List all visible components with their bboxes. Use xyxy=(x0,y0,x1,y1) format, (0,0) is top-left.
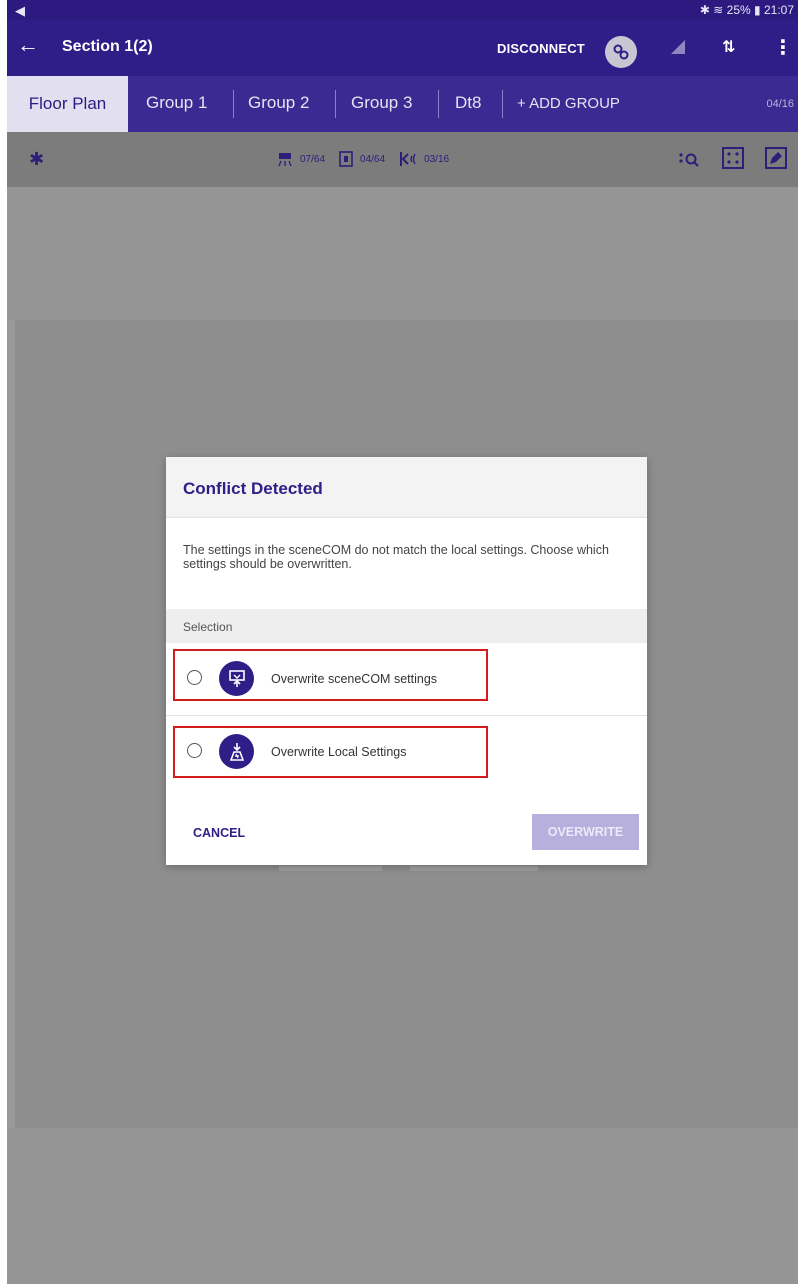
tab-bar: Floor Plan Group 1 Group 2 Group 3 Dt8 +… xyxy=(7,76,798,132)
floor-plan-canvas-bottom xyxy=(7,1128,798,1284)
page-title: Section 1(2) xyxy=(62,38,153,55)
luminaire-count: 07/64 xyxy=(300,153,326,165)
battery-level: 25% xyxy=(726,3,751,17)
tab-group-3[interactable]: Group 3 xyxy=(351,93,412,113)
tab-floor-plan[interactable]: Floor Plan xyxy=(7,76,128,132)
grid-icon[interactable] xyxy=(721,146,745,175)
status-back-icon: ◀ xyxy=(15,3,25,18)
clock: 21:07 xyxy=(763,3,794,17)
gear-icon[interactable]: ✱ xyxy=(29,150,44,168)
transfer-icon[interactable]: ⇅ xyxy=(722,37,735,57)
tab-divider xyxy=(438,90,439,118)
group-count: 04/16 xyxy=(766,98,794,110)
background-element xyxy=(410,866,538,871)
edit-icon[interactable] xyxy=(764,146,788,175)
dialog-header: Conflict Detected xyxy=(166,457,647,518)
tab-divider xyxy=(335,90,336,118)
background-element xyxy=(279,866,382,871)
floor-toolbar: ✱ 07/64 04/64 03/16 xyxy=(7,132,798,187)
conflict-dialog: Conflict Detected The settings in the sc… xyxy=(166,457,647,865)
option-overwrite-local[interactable]: Overwrite Local Settings xyxy=(166,716,647,788)
zoom-search-icon[interactable] xyxy=(677,146,701,175)
status-right: ✱ ≋ 25% ▮ 21:07 xyxy=(700,3,794,17)
status-bar: ◀ ✱ ≋ 25% ▮ 21:07 xyxy=(7,0,798,20)
tab-group-2[interactable]: Group 2 xyxy=(248,93,309,113)
more-vert-icon[interactable]: ⋮ xyxy=(773,35,793,60)
link-icon[interactable] xyxy=(605,36,637,68)
overwrite-button[interactable]: OVERWRITE xyxy=(532,814,639,850)
app-bar: ← Section 1(2) DISCONNECT ⇅ ⋮ xyxy=(7,20,798,76)
device-counts: 07/64 04/64 03/16 xyxy=(277,149,463,169)
floor-plan-canvas-top xyxy=(7,187,798,320)
battery-icon: ▮ xyxy=(754,3,761,17)
sensor-icon xyxy=(399,151,417,167)
tab-divider xyxy=(233,90,234,118)
selection-header: Selection xyxy=(166,609,647,643)
tab-dt8[interactable]: Dt8 xyxy=(455,93,481,113)
bluetooth-wifi-icons: ✱ ≋ xyxy=(699,3,724,17)
luminaire-icon xyxy=(277,151,293,167)
app-frame: ◀ ✱ ≋ 25% ▮ 21:07 ← Section 1(2) DISCONN… xyxy=(7,0,798,1284)
highlight-box xyxy=(173,726,488,778)
selection-label: Selection xyxy=(183,620,233,634)
highlight-box xyxy=(173,649,488,701)
option-overwrite-scenecom[interactable]: Overwrite sceneCOM settings xyxy=(166,643,647,716)
sensor-count: 03/16 xyxy=(424,153,450,165)
switch-icon xyxy=(339,151,353,167)
cancel-button[interactable]: CANCEL xyxy=(193,826,245,840)
tab-group-1[interactable]: Group 1 xyxy=(146,93,207,113)
dialog-message: The settings in the sceneCOM do not matc… xyxy=(183,543,609,571)
tab-divider xyxy=(502,90,503,118)
back-arrow-icon[interactable]: ← xyxy=(17,34,39,56)
dialog-title: Conflict Detected xyxy=(183,479,323,498)
signal-icon xyxy=(671,40,685,59)
switch-count: 04/64 xyxy=(360,153,386,165)
disconnect-button[interactable]: DISCONNECT xyxy=(497,41,585,56)
add-group-button[interactable]: + ADD GROUP xyxy=(517,95,620,112)
